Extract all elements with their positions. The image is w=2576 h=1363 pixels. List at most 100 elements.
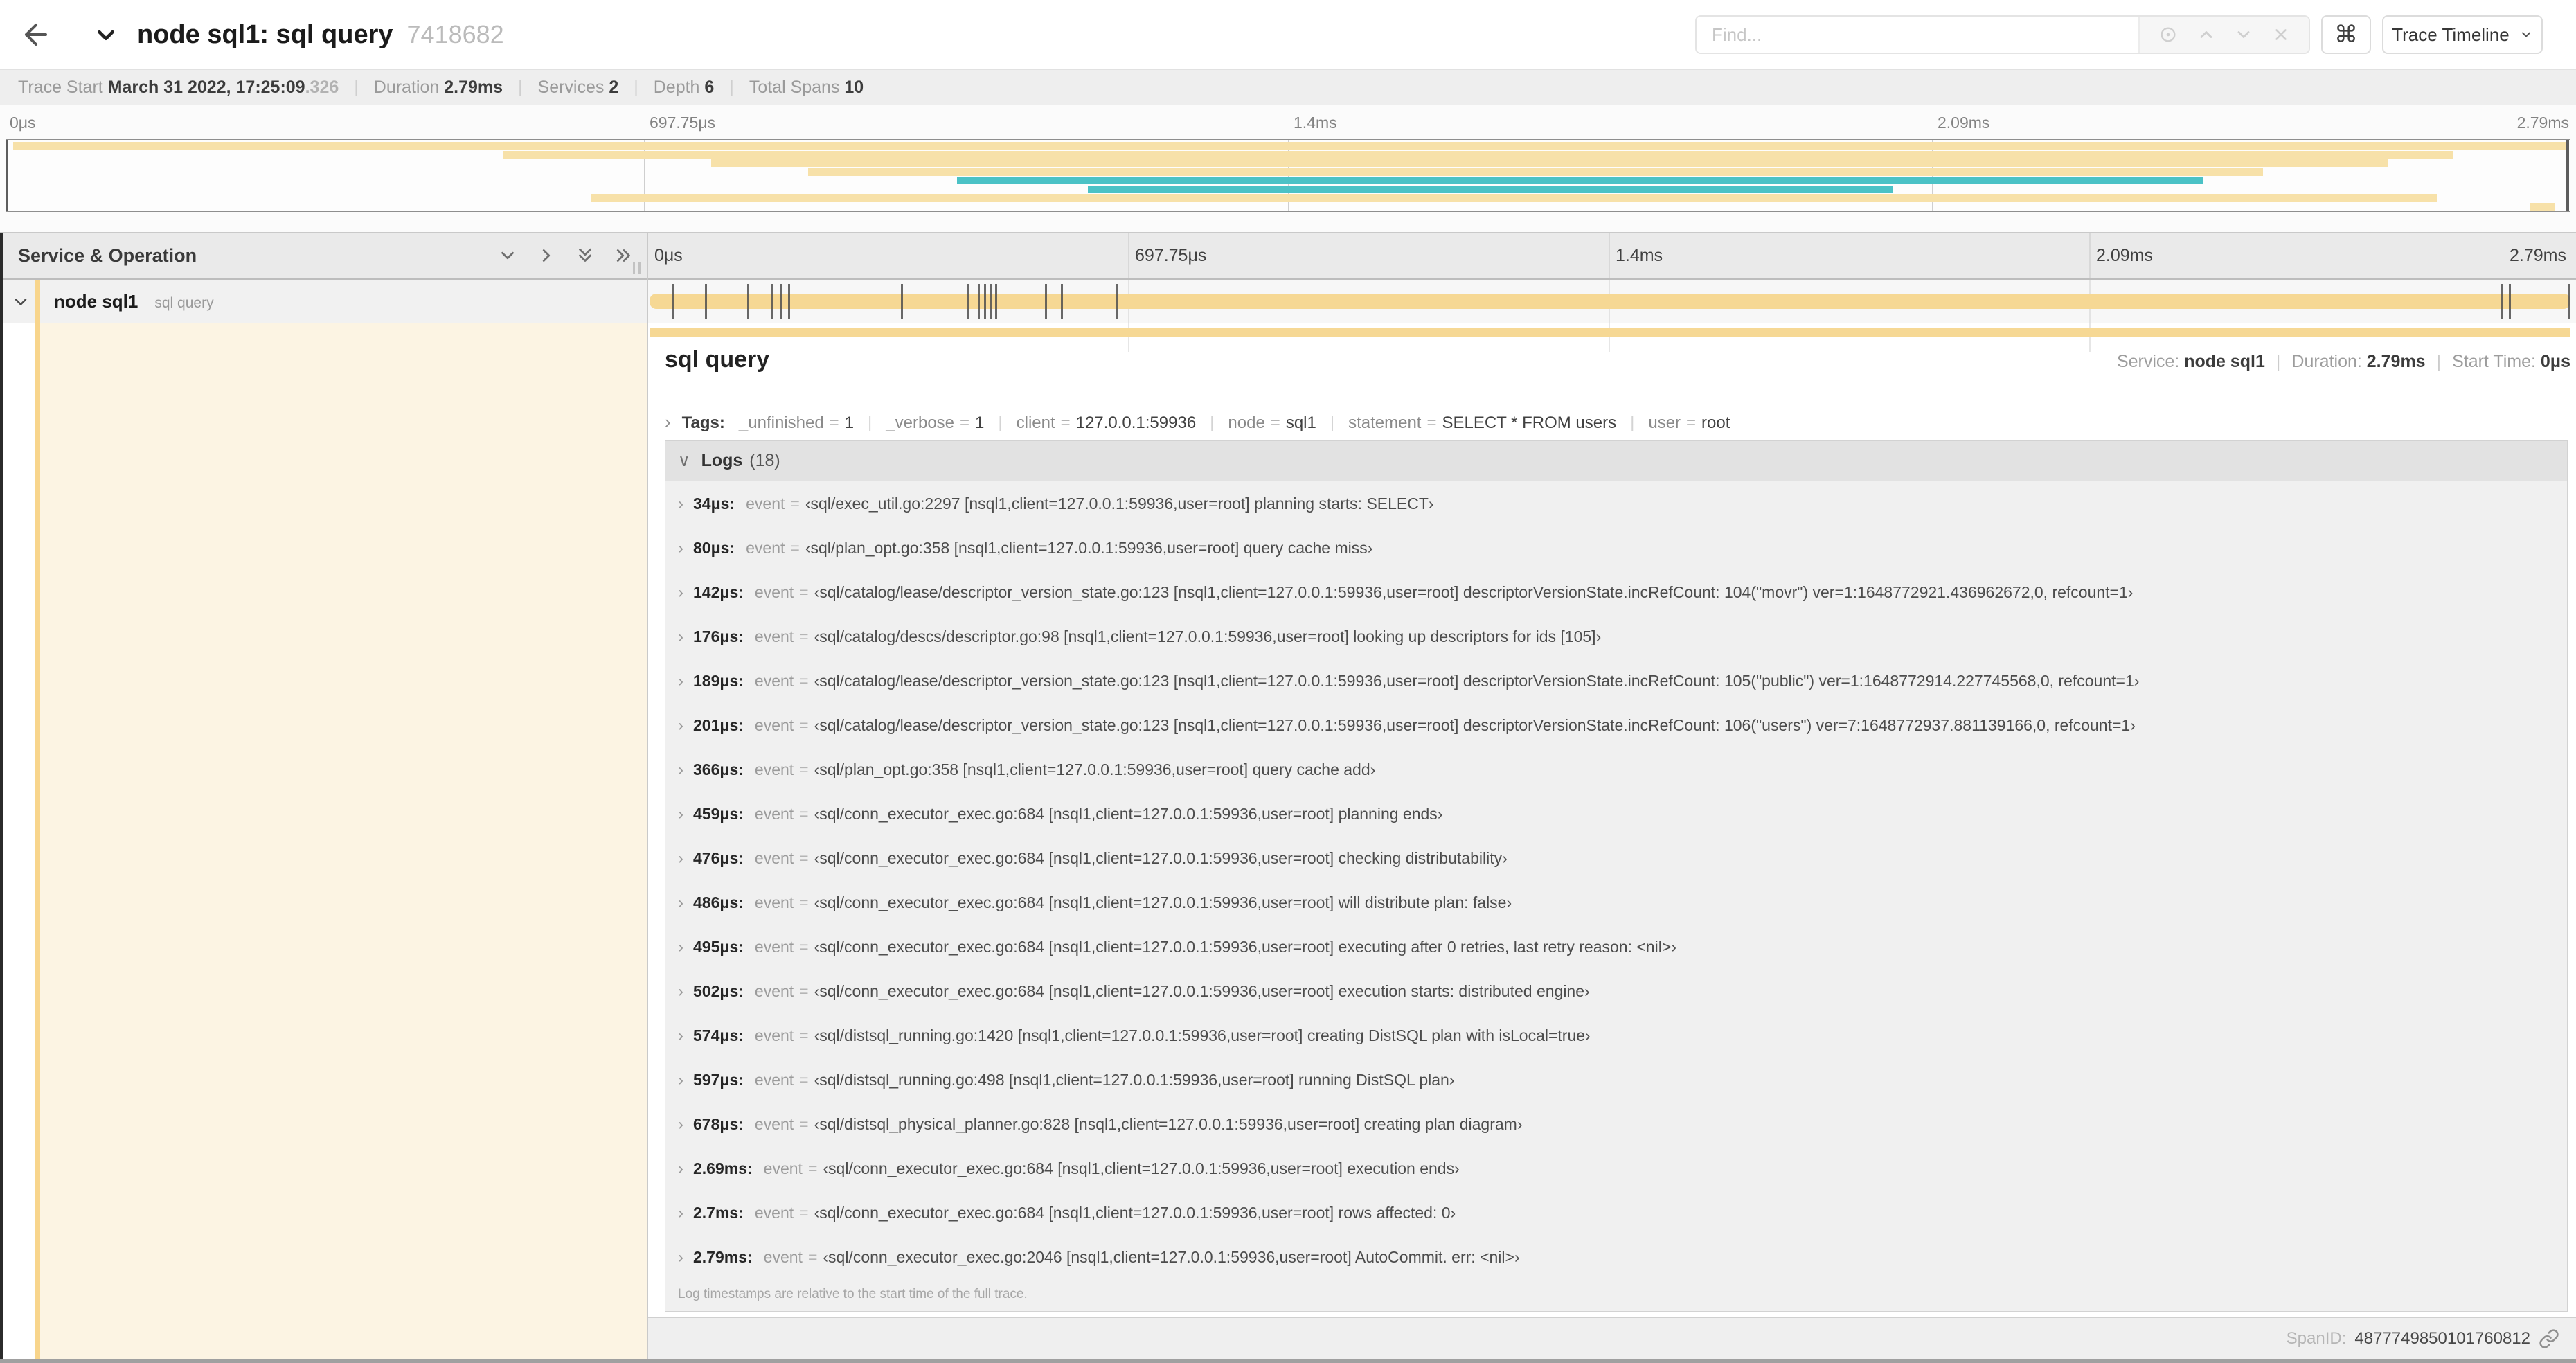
log-equals: =	[799, 1204, 809, 1222]
log-field-value: ‹sql/conn_executor_exec.go:684 [nsql1,cl…	[814, 982, 1590, 1000]
column-resizer-grip[interactable]	[633, 262, 643, 274]
log-entry-row[interactable]: › 2.79ms: event = ‹sql/conn_executor_exec.go…	[665, 1235, 2567, 1279]
log-entry-row[interactable]: › 80μs: event = ‹sql/plan_opt.go:358 [nsql1,…	[665, 526, 2567, 570]
log-entry-row[interactable]: › 574μs: event = ‹sql/distsql_running.go:142…	[665, 1013, 2567, 1058]
timeline-tick-label: 0μs	[654, 246, 683, 265]
log-entry-row[interactable]: › 486μs: event = ‹sql/conn_executor_exec.go:…	[665, 880, 2567, 925]
log-entry-row[interactable]: › 678μs: event = ‹sql/distsql_physical_plann…	[665, 1102, 2567, 1146]
span-collapse-toggle[interactable]	[11, 292, 30, 312]
log-equals: =	[799, 982, 809, 1000]
logs-header[interactable]: ∨ Logs (18)	[665, 441, 2567, 481]
trace-collapse-toggle[interactable]	[93, 22, 119, 48]
view-mode-select[interactable]: Trace Timeline	[2382, 15, 2543, 54]
summary-separator: |	[354, 78, 359, 97]
collapse-one-icon[interactable]	[497, 245, 518, 266]
log-entry-row[interactable]: › 189μs: event = ‹sql/catalog/lease/descript…	[665, 659, 2567, 703]
minimap-axis-label: 2.79ms	[2516, 114, 2569, 132]
log-rows: › 34μs: event = ‹sql/exec_util.go:2297 [nsql…	[665, 481, 2567, 1279]
summary-label: Duration	[373, 78, 445, 97]
log-entry-row[interactable]: › 34μs: event = ‹sql/exec_util.go:2297 [nsql…	[665, 481, 2567, 526]
log-equals: =	[799, 938, 809, 956]
column-divider[interactable]	[647, 233, 648, 1359]
span-row[interactable]: node sql1 sql query	[0, 280, 2576, 323]
log-equals: =	[799, 1026, 809, 1044]
log-entry-row[interactable]: › 597μs: event = ‹sql/distsql_running.go:498…	[665, 1058, 2567, 1102]
log-marker	[989, 284, 992, 319]
span-position-strip	[650, 328, 2570, 337]
collapse-all-icon[interactable]	[575, 245, 596, 266]
log-entry-row[interactable]: › 476μs: event = ‹sql/conn_executor_exec.go:…	[665, 836, 2567, 880]
log-field-key: event	[754, 760, 794, 778]
prev-result-icon[interactable]	[2197, 25, 2216, 44]
log-field-key: event	[754, 583, 794, 601]
tag-key: client	[1016, 413, 1055, 432]
meta-value: node sql1	[2184, 352, 2265, 371]
focus-target-icon[interactable]	[2158, 25, 2178, 44]
log-entry-row[interactable]: › 142μs: event = ‹sql/catalog/lease/descript…	[665, 570, 2567, 614]
log-marker	[2509, 284, 2512, 319]
next-result-icon[interactable]	[2234, 25, 2253, 44]
back-button[interactable]	[19, 18, 53, 51]
minimap-axis-label: 697.75μs	[650, 114, 716, 132]
tag-equals: =	[829, 413, 839, 432]
log-marker	[780, 284, 782, 319]
chevron-right-icon: ›	[678, 495, 683, 513]
detail-operation-title: sql query	[665, 346, 770, 373]
log-entry-row[interactable]: › 2.7ms: event = ‹sql/conn_executor_exec.go:…	[665, 1191, 2567, 1235]
log-field-value: ‹sql/conn_executor_exec.go:684 [nsql1,cl…	[823, 1159, 1460, 1177]
tag-equals: =	[1060, 413, 1071, 432]
summary-label: Services	[537, 78, 609, 97]
tag-equals: =	[960, 413, 970, 432]
log-timestamp: 459μs:	[693, 805, 744, 823]
clear-find-icon[interactable]	[2272, 26, 2290, 44]
log-field-key: event	[754, 849, 794, 867]
log-field-value: ‹sql/distsql_running.go:498 [nsql1,clien…	[814, 1071, 1455, 1089]
log-field-key: event	[754, 938, 794, 956]
tag-separator: |	[868, 413, 873, 432]
log-entry-row[interactable]: › 176μs: event = ‹sql/catalog/descs/descript…	[665, 614, 2567, 659]
log-entry-row[interactable]: › 495μs: event = ‹sql/conn_executor_exec.go:…	[665, 925, 2567, 969]
timeline-header-row: Service & Operation 0μs 697.75μs 1.4ms 2.09…	[0, 233, 2576, 280]
tag-key: _unfinished	[738, 413, 824, 432]
summary-value: 10	[844, 78, 864, 97]
minimap-left-scrubber[interactable]	[6, 140, 8, 211]
chevron-right-icon: ›	[678, 982, 683, 1001]
find-input[interactable]	[1697, 17, 2138, 53]
page-title: node sql1: sql query 7418682	[137, 0, 504, 69]
summary-value-suffix: .326	[305, 78, 339, 97]
summary-value: 2	[609, 78, 619, 97]
expand-all-icon[interactable]	[614, 245, 634, 266]
tag-value: 127.0.0.1:59936	[1075, 413, 1197, 432]
minimap-right-scrubber[interactable]	[2566, 140, 2569, 211]
meta-label: Service:	[2116, 352, 2185, 371]
chevron-right-icon: ›	[678, 627, 683, 646]
collapse-controls	[497, 233, 636, 278]
service-operation-header: Service & Operation	[18, 245, 197, 266]
log-entry-row[interactable]: › 2.69ms: event = ‹sql/conn_executor_exec.go…	[665, 1146, 2567, 1191]
summary-value: 6	[704, 78, 715, 97]
log-timestamp: 366μs:	[693, 760, 744, 778]
minimap-span-bar	[957, 177, 2204, 184]
link-icon[interactable]	[2539, 1328, 2559, 1349]
log-entry-row[interactable]: › 502μs: event = ‹sql/conn_executor_exec.go:…	[665, 969, 2567, 1013]
chevron-right-icon: ›	[678, 583, 683, 602]
summary-label: Total Spans	[749, 78, 845, 97]
span-row-label-cell[interactable]: node sql1 sql query	[0, 280, 647, 323]
log-entry-row[interactable]: › 201μs: event = ‹sql/catalog/lease/descript…	[665, 703, 2567, 747]
keyboard-shortcuts-button[interactable]: ⌘	[2321, 15, 2371, 54]
detail-gutter	[0, 323, 35, 1359]
meta-value: 0μs	[2540, 352, 2570, 371]
chevron-down-icon	[98, 30, 114, 41]
log-field-key: event	[754, 672, 794, 690]
log-equals: =	[799, 716, 809, 734]
timeline-tick-label: 2.79ms	[2510, 246, 2566, 265]
minimap-canvas[interactable]	[6, 139, 2570, 212]
chevron-right-icon: ›	[678, 1248, 683, 1267]
logs-count: (18)	[749, 451, 780, 470]
span-log-markers	[650, 284, 2570, 319]
log-entry-row[interactable]: › 459μs: event = ‹sql/conn_executor_exec.go:…	[665, 792, 2567, 836]
tags-row[interactable]: › Tags: _unfinished = 1 | _verbose = 1 | client = 12…	[665, 404, 2570, 439]
log-entry-row[interactable]: › 366μs: event = ‹sql/plan_opt.go:358 [nsql1…	[665, 747, 2567, 792]
expand-one-icon[interactable]	[536, 245, 557, 266]
tag-value: 1	[975, 413, 985, 432]
